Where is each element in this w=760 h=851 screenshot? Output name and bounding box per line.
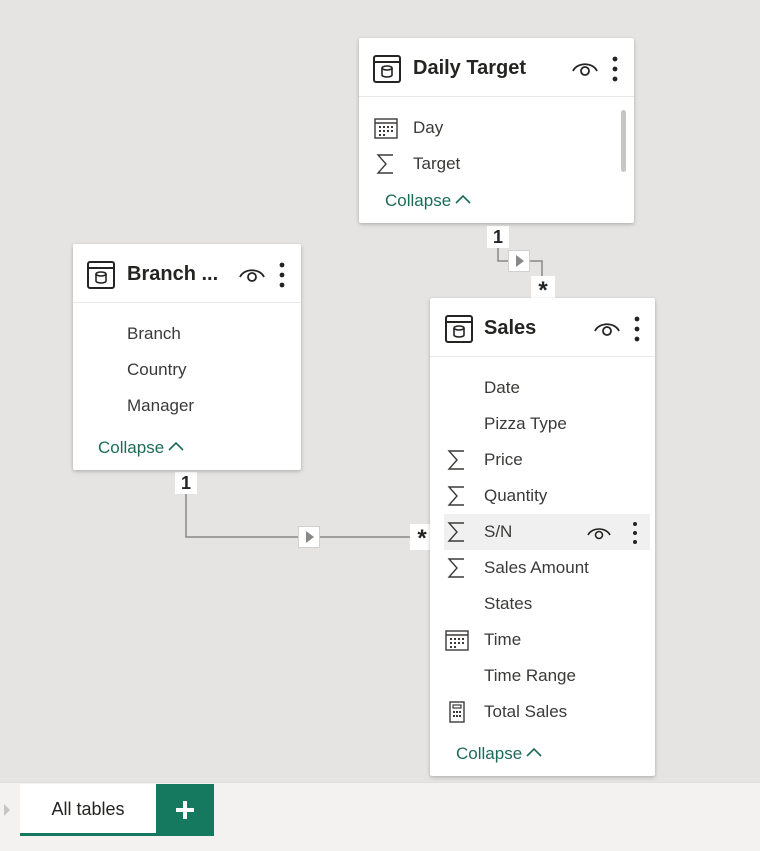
field-name: Branch <box>127 324 181 343</box>
table-icon <box>373 55 401 83</box>
field-name: Price <box>484 450 523 469</box>
eye-icon[interactable] <box>594 320 620 338</box>
field-row[interactable]: Country <box>73 352 301 388</box>
field-name: Date <box>484 378 520 397</box>
tab-all-tables[interactable]: All tables <box>20 784 156 836</box>
daily-target-one-label: 1 <box>487 226 509 248</box>
table-title: Daily Target <box>413 57 526 79</box>
table-icon <box>87 261 115 289</box>
field-row[interactable]: States <box>430 586 655 622</box>
field-row[interactable]: Pizza Type <box>430 406 655 442</box>
field-row[interactable]: Quantity <box>430 478 655 514</box>
model-canvas[interactable]: 1 * 1 * Daily Target Day Target Collapse… <box>0 0 760 782</box>
triangle-right-icon <box>306 531 314 543</box>
chevron-up-icon <box>455 194 471 204</box>
field-name: Time Range <box>484 666 576 685</box>
table-icon <box>445 315 473 343</box>
field-row[interactable]: Price <box>430 442 655 478</box>
daily-sales-direction-arrow[interactable] <box>508 250 530 272</box>
card-header[interactable]: Branch ... <box>73 244 301 303</box>
field-name: Total Sales <box>484 702 568 721</box>
card-header[interactable]: Daily Target <box>359 38 634 97</box>
field-row[interactable]: Time <box>430 622 655 658</box>
field-name: Sales Amount <box>484 558 589 577</box>
eye-icon[interactable] <box>239 266 265 284</box>
table-title: Sales <box>484 317 537 339</box>
branch-table-card[interactable]: Branch ... Branch Country Manager Collap… <box>73 244 301 470</box>
table-title: Branch ... <box>127 263 219 285</box>
sigma-icon <box>447 450 464 470</box>
calendar-icon <box>374 118 398 139</box>
calendar-icon <box>445 630 469 651</box>
field-row[interactable]: Date <box>430 370 655 406</box>
sales-table-card[interactable]: Sales Date Pizza Type Price Quantity S/N <box>430 298 655 776</box>
field-name: Time <box>484 630 522 649</box>
triangle-right-icon <box>516 255 524 267</box>
card-header[interactable]: Sales <box>430 298 655 357</box>
eye-icon[interactable] <box>587 525 611 541</box>
field-row-hovered[interactable]: S/N <box>444 514 650 550</box>
more-options-icon[interactable] <box>611 56 619 82</box>
field-name: Pizza Type <box>484 414 567 433</box>
field-row[interactable]: Day <box>359 110 619 146</box>
collapse-label: Collapse <box>385 191 452 210</box>
field-name: Target <box>413 154 461 173</box>
branch-sales-direction-arrow[interactable] <box>298 526 320 548</box>
branch-one-label: 1 <box>175 472 197 494</box>
scroll-left-arrow-icon[interactable] <box>3 803 11 817</box>
field-name: Manager <box>127 396 195 415</box>
more-options-icon[interactable] <box>278 262 286 288</box>
sigma-icon <box>447 522 464 542</box>
layout-tab-bar: All tables <box>0 782 760 851</box>
field-name: S/N <box>484 522 513 541</box>
field-row[interactable]: Branch <box>73 316 301 352</box>
field-row[interactable]: Manager <box>73 388 301 424</box>
field-name: Country <box>127 360 187 379</box>
collapse-button[interactable]: Collapse <box>385 191 471 211</box>
collapse-label: Collapse <box>98 438 165 457</box>
more-options-icon[interactable] <box>633 316 641 342</box>
chevron-up-icon <box>526 747 542 757</box>
scrollbar[interactable] <box>621 110 626 172</box>
add-layout-button[interactable] <box>156 784 214 836</box>
collapse-button[interactable]: Collapse <box>456 744 542 764</box>
field-name: States <box>484 594 533 613</box>
field-row[interactable]: Target <box>359 146 619 182</box>
more-options-icon[interactable] <box>631 521 639 545</box>
field-row[interactable]: Sales Amount <box>430 550 655 586</box>
field-name: Quantity <box>484 486 548 505</box>
sigma-icon <box>376 154 393 174</box>
eye-icon[interactable] <box>572 60 598 78</box>
collapse-button[interactable]: Collapse <box>98 438 184 458</box>
chevron-up-icon <box>168 441 184 451</box>
field-name: Day <box>413 118 444 137</box>
sigma-icon <box>447 486 464 506</box>
field-row[interactable]: Time Range <box>430 658 655 694</box>
plus-icon <box>176 801 194 819</box>
collapse-label: Collapse <box>456 744 523 763</box>
sigma-icon <box>447 558 464 578</box>
calculator-icon <box>449 701 465 723</box>
daily-target-table-card[interactable]: Daily Target Day Target Collapse <box>359 38 634 223</box>
field-row[interactable]: Total Sales <box>430 694 655 730</box>
